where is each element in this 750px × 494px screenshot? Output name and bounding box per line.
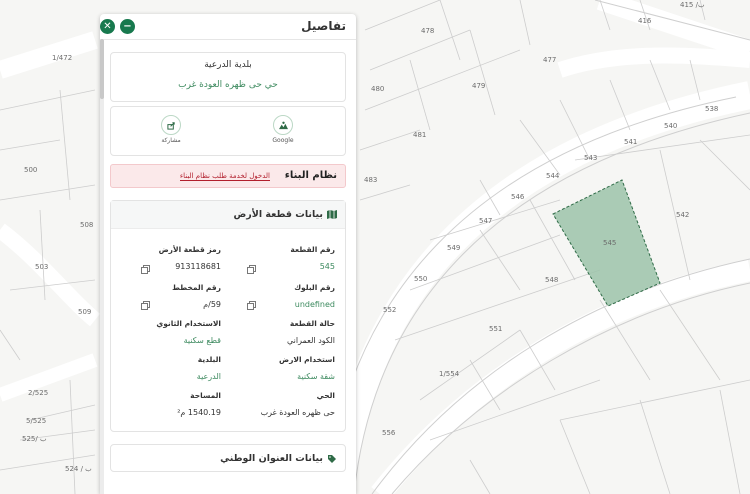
panel-title: تفاصيل <box>301 19 346 33</box>
parcel-label: 551 <box>489 325 503 333</box>
parcel-label: 547 <box>479 217 493 225</box>
share-button[interactable]: مشاركة <box>151 115 191 144</box>
block-number-field: رقم البلوك undefined <box>225 283 335 309</box>
parcel-label: 5/525 <box>26 417 47 425</box>
parcel-code-value: 913118681 <box>175 262 221 271</box>
municipality-card: بلدية الدرعية حي حى ظهره العودة غرب <box>110 52 346 102</box>
parcel-label: 525/ ب <box>22 435 47 443</box>
panel-header: ✕ − تفاصيل <box>100 14 356 40</box>
scrollbar-thumb[interactable] <box>100 39 104 99</box>
parcel-number-field: رقم القطعة 545 <box>225 245 335 271</box>
parcel-label: 549 <box>447 244 461 252</box>
parcel-label: ب/ 415 <box>680 1 705 9</box>
parcel-label: 500 <box>24 166 38 174</box>
parcel-number-label: رقم القطعة <box>290 245 335 254</box>
municipality-value: الدرعية <box>196 372 221 381</box>
land-data-card: بيانات قطعة الأرض رقم القطعة 545 رمز قطع… <box>110 200 346 432</box>
building-system-link[interactable]: الدخول لخدمة طلب نظام البناء <box>179 172 270 181</box>
parcel-code-label: رمز قطعة الأرض <box>158 245 221 254</box>
actions-card: مشاركة Google <box>110 106 346 156</box>
parcel-label: 503 <box>35 263 49 271</box>
parcel-label: 483 <box>364 176 378 184</box>
parcel-label: 541 <box>624 138 638 146</box>
land-use-label: استخدام الارض <box>279 355 335 364</box>
parcel-label: 540 <box>664 122 678 130</box>
land-use-value: شقة سكنية <box>297 372 335 381</box>
building-system-banner: نظام البناء الدخول لخدمة طلب نظام البناء <box>110 164 346 188</box>
parcel-label: 550 <box>414 275 428 283</box>
parcel-label: 416 <box>638 17 652 25</box>
copy-icon[interactable] <box>247 301 256 310</box>
parcel-label: 481 <box>413 131 427 139</box>
copy-icon[interactable] <box>141 265 150 274</box>
block-number-label: رقم البلوك <box>294 283 335 292</box>
share-icon <box>166 121 175 130</box>
parcel-code-field: رمز قطعة الأرض 913118681 <box>111 245 221 271</box>
area-value: 1540.19 م² <box>177 408 221 417</box>
panel-scrollbar[interactable] <box>100 39 104 494</box>
google-maps-button[interactable]: Google <box>263 115 303 144</box>
municipality-label: البلدية <box>197 355 221 364</box>
municipality-name: بلدية الدرعية <box>204 60 252 70</box>
block-number-value: undefined <box>294 300 335 309</box>
parcel-label: 480 <box>371 85 385 93</box>
secondary-use-field: الاستخدام الثانوي قطع سكنية <box>111 319 221 345</box>
parcel-label: 1/472 <box>52 54 73 62</box>
map-folded-icon <box>327 210 337 219</box>
secondary-use-value: قطع سكنية <box>183 336 221 345</box>
plan-number-field: رقم المخطط 59/م <box>111 283 221 309</box>
tag-icon <box>328 455 336 463</box>
land-data-title: بيانات قطعة الأرض <box>233 209 324 220</box>
parcel-number-value: 545 <box>319 262 335 271</box>
parcel-label: 546 <box>511 193 525 201</box>
district-value: حى ظهره العودة غرب <box>260 408 335 417</box>
details-panel: ✕ − تفاصيل بلدية الدرعية حي حى ظهره العو… <box>100 14 356 494</box>
parcel-label: 479 <box>472 82 486 90</box>
map-icon <box>278 121 288 129</box>
parcel-status-field: حالة القطعة الكود العمراني <box>225 319 335 345</box>
close-icon[interactable]: ✕ <box>100 19 115 34</box>
parcel-label: 542 <box>676 211 690 219</box>
share-label: مشاركة <box>161 137 181 144</box>
national-address-title: بيانات العنوان الوطني <box>220 453 323 464</box>
parcel-label: 477 <box>543 56 557 64</box>
parcel-label: 478 <box>421 27 435 35</box>
parcel-label: 538 <box>705 105 719 113</box>
parcel-label: 548 <box>545 276 559 284</box>
area-field: المساحة 1540.19 م² <box>111 391 221 417</box>
parcel-label: 556 <box>382 429 396 437</box>
secondary-use-label: الاستخدام الثانوي <box>156 319 221 328</box>
parcel-status-value: الكود العمراني <box>287 336 335 345</box>
parcel-label: 524 / ب <box>65 465 92 473</box>
parcel-label: 2/525 <box>28 389 49 397</box>
parcel-label: 552 <box>383 306 397 314</box>
land-use-field: استخدام الارض شقة سكنية <box>225 355 335 381</box>
parcel-status-label: حالة القطعة <box>289 319 335 328</box>
plan-number-label: رقم المخطط <box>172 283 221 292</box>
copy-icon[interactable] <box>141 301 150 310</box>
building-system-title: نظام البناء <box>284 170 337 181</box>
municipality-field: البلدية الدرعية <box>111 355 221 381</box>
copy-icon[interactable] <box>247 265 256 274</box>
parcel-label: 544 <box>546 172 560 180</box>
parcel-label: 545 <box>603 239 617 247</box>
district-field: الحي حى ظهره العودة غرب <box>225 391 335 417</box>
plan-number-value: 59/م <box>203 300 221 309</box>
parcel-label: 509 <box>78 308 92 316</box>
district-name: حي حى ظهره العودة غرب <box>178 80 278 90</box>
parcel-label: 508 <box>80 221 94 229</box>
land-data-header[interactable]: بيانات قطعة الأرض <box>111 201 345 229</box>
google-label: Google <box>272 137 294 144</box>
area-label: المساحة <box>190 391 221 400</box>
parcel-label: 1/554 <box>439 370 460 378</box>
national-address-card[interactable]: بيانات العنوان الوطني <box>110 444 346 472</box>
minimize-icon[interactable]: − <box>120 19 135 34</box>
parcel-label: 543 <box>584 154 598 162</box>
district-label: الحي <box>316 391 335 400</box>
